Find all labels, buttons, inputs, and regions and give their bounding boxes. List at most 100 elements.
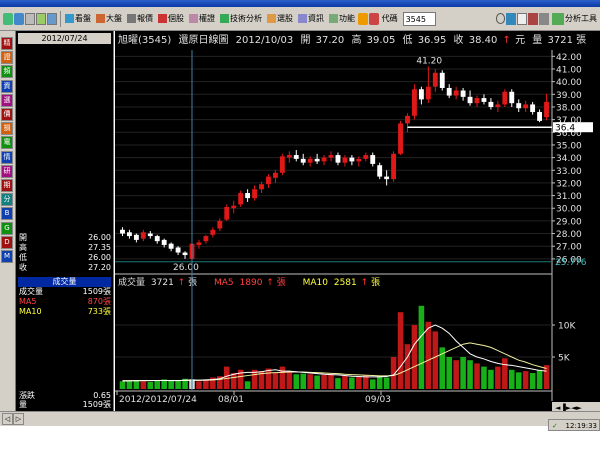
toolbar-menu: 看盤 大盤 報價 個股 權證 技術分析 選股 資訊 功能 [63, 10, 358, 28]
menu-filter[interactable]: 選股 [265, 10, 295, 28]
menu-function[interactable]: 功能 [327, 10, 357, 28]
candle-body [342, 157, 348, 163]
status-clock: ✓ 12:19:33 [548, 419, 600, 431]
chart-svg[interactable]: 旭曜(3545) 還原日線圖 2012/10/03 開 37.20 高 39.0… [115, 31, 600, 411]
forward-icon[interactable] [13, 12, 24, 25]
news-icon [297, 14, 307, 23]
candle-body [467, 96, 473, 104]
candle-body [272, 172, 278, 178]
candle-body [481, 98, 487, 102]
menu-label: 功能 [338, 14, 355, 23]
left-tab[interactable]: D [1, 235, 13, 249]
chart-button-icon[interactable] [506, 12, 517, 25]
volume-bar [349, 377, 355, 389]
analysis-tools-button[interactable]: 分析工具 [550, 10, 599, 28]
volume-row-label: 成交量 [19, 287, 43, 296]
left-tab[interactable]: 分 [1, 193, 13, 207]
menu-analysis[interactable]: 技術分析 [218, 10, 264, 28]
candle-body [196, 242, 202, 245]
volume-bar [168, 380, 174, 389]
home-icon[interactable] [528, 12, 539, 25]
left-tab[interactable]: 電 [1, 136, 13, 150]
left-tab[interactable]: 價 [1, 108, 13, 121]
price-tick-label: 31.00 [556, 192, 582, 202]
ohlc-value: 27.20 [88, 263, 111, 272]
left-tab[interactable]: 選 [1, 93, 13, 107]
candle-body [147, 233, 153, 237]
left-tab[interactable]: 研 [1, 164, 13, 178]
price-tick-label: 34.00 [556, 154, 582, 164]
chart-type: 還原日線圖 [178, 33, 228, 46]
left-tab[interactable]: 資 [1, 79, 13, 93]
back-icon[interactable] [3, 12, 13, 25]
candle-body [168, 243, 174, 249]
chart-icon [95, 14, 105, 23]
menu-list[interactable]: 權證 [187, 10, 217, 28]
left-tab[interactable]: 損 [1, 122, 13, 136]
left-tab[interactable]: M [1, 250, 13, 263]
pencil-icon[interactable] [357, 12, 368, 25]
left-tab[interactable]: 證 [1, 51, 13, 65]
left-tab[interactable]: 精 [1, 37, 13, 50]
candle-body [252, 189, 257, 199]
candle-body [349, 157, 355, 162]
vol-title: 成交量 [118, 276, 145, 288]
menu-candle[interactable]: 個股 [156, 10, 186, 28]
candle-body [126, 232, 132, 237]
left-tab[interactable]: B [1, 207, 13, 221]
volume-bar [265, 368, 272, 389]
qty-label: 量 [19, 400, 27, 409]
candle-body [425, 86, 431, 100]
ohlc-label: 收 [19, 263, 27, 272]
left-tab[interactable]: 情 [1, 150, 13, 164]
left-tab[interactable]: 期 [1, 179, 13, 192]
screen-icon[interactable] [46, 12, 58, 25]
left-tab[interactable]: 頻 [1, 65, 13, 79]
candle-body [398, 123, 403, 154]
cursor-icon[interactable] [539, 12, 549, 25]
left-tab[interactable]: G [1, 221, 13, 235]
menu-label: 選股 [276, 14, 293, 23]
print-icon[interactable] [24, 12, 35, 25]
candle-body [446, 87, 452, 96]
min-price-label: 26.00 [173, 263, 199, 273]
grid-icon[interactable] [368, 12, 379, 25]
tab-scroll-right-icon[interactable]: ▷ [13, 413, 24, 425]
volume-bar [446, 357, 452, 389]
mail-icon[interactable] [517, 12, 528, 25]
volume-row: MA5 870張 [19, 297, 111, 307]
menu-label: 大盤 [105, 14, 122, 23]
scroll-arrows-icon[interactable]: ◄▐►◄► [555, 403, 583, 411]
close-value: 38.40 [469, 35, 498, 46]
volume-bar [404, 344, 411, 389]
vol-unit: 張 [188, 277, 197, 288]
menu-eye[interactable]: 看盤 [63, 10, 93, 28]
volume-bar [481, 366, 487, 389]
price-tick-label: 38.00 [556, 103, 582, 113]
code-input[interactable]: 3545 [402, 11, 437, 26]
unit-label: 元 [515, 35, 525, 46]
candle-body [266, 176, 271, 185]
candle-body [210, 229, 216, 235]
qty-row: 量 1509張 [19, 400, 111, 410]
info-date-text: 2012/07/24 [41, 34, 88, 43]
tab-scroll-left-icon[interactable]: ◁ [2, 413, 13, 425]
volume-bar [230, 373, 237, 389]
menu-table[interactable]: 報價 [125, 10, 155, 28]
open-value: 37.20 [316, 35, 345, 46]
volume-bar [147, 381, 154, 389]
volume-bar [140, 381, 147, 389]
volume-bar [133, 380, 140, 389]
volume-bar [342, 375, 348, 389]
chart-area[interactable]: 旭曜(3545) 還原日線圖 2012/10/03 開 37.20 高 39.0… [115, 31, 600, 411]
candle-body [474, 98, 480, 104]
menu-news[interactable]: 資訊 [296, 10, 326, 28]
image-icon[interactable] [35, 12, 46, 25]
volume-bar [293, 374, 300, 389]
vol-value: 3721 張 [547, 34, 586, 46]
menu-chart[interactable]: 大盤 [94, 10, 124, 28]
analysis-tools-label: 分析工具 [564, 14, 597, 23]
candle-body [133, 234, 139, 240]
volume-bar [244, 381, 251, 389]
search-icon[interactable] [496, 13, 506, 24]
